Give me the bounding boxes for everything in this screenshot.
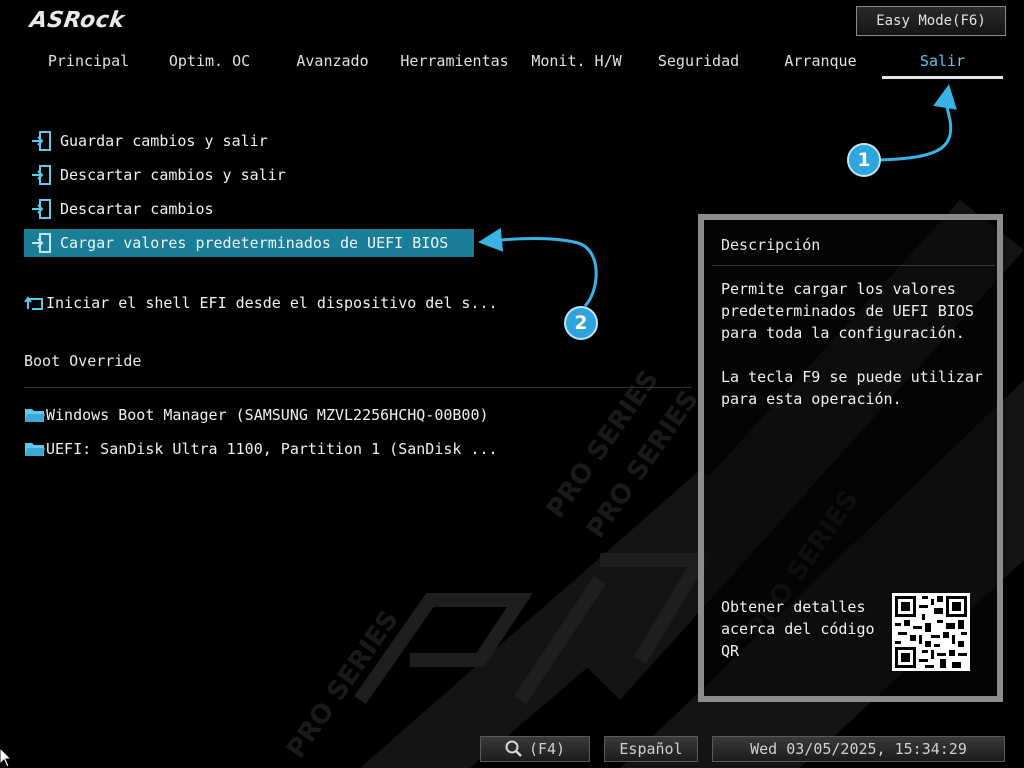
- qr-label: Obtener detalles acerca del código QR: [721, 598, 875, 660]
- callout-arrow-2: [478, 227, 598, 308]
- description-body: Permite cargar los valores predeterminad…: [721, 278, 991, 432]
- section-divider: [24, 387, 692, 388]
- asrock-logo: ASRock: [28, 8, 127, 33]
- menu-item-discard-and-exit[interactable]: Descartar cambios y salir: [24, 161, 474, 189]
- boot-item-label: UEFI: SanDisk Ultra 1100, Partition 1 (S…: [46, 440, 498, 458]
- callout-arrow-1: [879, 84, 957, 162]
- callout-badge-2: 2: [564, 306, 598, 340]
- tab-seguridad[interactable]: Seguridad: [638, 50, 759, 80]
- boot-item-sandisk-uefi[interactable]: UEFI: SanDisk Ultra 1100, Partition 1 (S…: [24, 435, 498, 463]
- qr-code-icon: [892, 593, 970, 671]
- menu-item-label: Guardar cambios y salir: [60, 132, 268, 150]
- description-paragraph: Permite cargar los valores predeterminad…: [721, 280, 974, 342]
- boot-override-title: Boot Override: [24, 352, 142, 370]
- menu-item-save-and-exit[interactable]: Guardar cambios y salir: [24, 127, 474, 155]
- menu-item-discard-changes[interactable]: Descartar cambios: [24, 195, 474, 223]
- tab-arranque[interactable]: Arranque: [760, 50, 881, 80]
- bottom-bar: (F4) Español Wed 03/05/2025, 15:34:29: [0, 734, 1024, 768]
- svg-text:PRO SERIES: PRO SERIES: [541, 365, 665, 524]
- callout-badge-1: 1: [847, 143, 881, 177]
- description-divider: [712, 265, 995, 266]
- folder-icon: [24, 401, 46, 429]
- exit-door-icon: [24, 229, 60, 257]
- svg-text:PRO SERIES: PRO SERIES: [581, 385, 705, 544]
- exit-door-icon: [24, 127, 60, 155]
- boot-item-label: Windows Boot Manager (SAMSUNG MZVL2256HC…: [46, 406, 489, 424]
- search-button[interactable]: (F4): [480, 736, 590, 762]
- menu-item-label: Descartar cambios y salir: [60, 166, 286, 184]
- tab-salir[interactable]: Salir: [882, 50, 1003, 80]
- search-icon: [505, 740, 522, 757]
- boot-item-windows-boot-manager[interactable]: Windows Boot Manager (SAMSUNG MZVL2256HC…: [24, 401, 489, 429]
- tab-principal[interactable]: Principal: [28, 50, 149, 80]
- datetime-display: Wed 03/05/2025, 15:34:29: [712, 736, 1005, 762]
- language-button[interactable]: Español: [604, 736, 698, 762]
- tab-avanzado[interactable]: Avanzado: [272, 50, 393, 80]
- menu-item-load-uefi-defaults[interactable]: Cargar valores predeterminados de UEFI B…: [24, 229, 474, 257]
- tab-herramientas[interactable]: Herramientas: [394, 50, 515, 80]
- menu-item-label: Iniciar el shell EFI desde el dispositiv…: [46, 294, 498, 312]
- description-paragraph: La tecla F9 se puede utilizar para esta …: [721, 368, 983, 408]
- tab-monit-hw[interactable]: Monit. H/W: [516, 50, 637, 80]
- top-navigation: Principal Optim. OC Avanzado Herramienta…: [28, 50, 1003, 82]
- menu-item-launch-efi-shell[interactable]: Iniciar el shell EFI desde el dispositiv…: [24, 289, 498, 317]
- easy-mode-button[interactable]: Easy Mode(F6): [856, 6, 1006, 36]
- description-panel: Descripción Permite cargar los valores p…: [698, 214, 1003, 702]
- tab-optim-oc[interactable]: Optim. OC: [149, 50, 270, 80]
- shell-return-icon: [24, 289, 46, 317]
- search-key-label: (F4): [528, 740, 566, 758]
- menu-item-label: Descartar cambios: [60, 200, 214, 218]
- description-title: Descripción: [721, 236, 821, 254]
- menu-item-label: Cargar valores predeterminados de UEFI B…: [60, 234, 449, 252]
- mouse-cursor-icon: [0, 748, 12, 768]
- exit-door-icon: [24, 161, 60, 189]
- folder-icon: [24, 435, 46, 463]
- exit-door-icon: [24, 195, 60, 223]
